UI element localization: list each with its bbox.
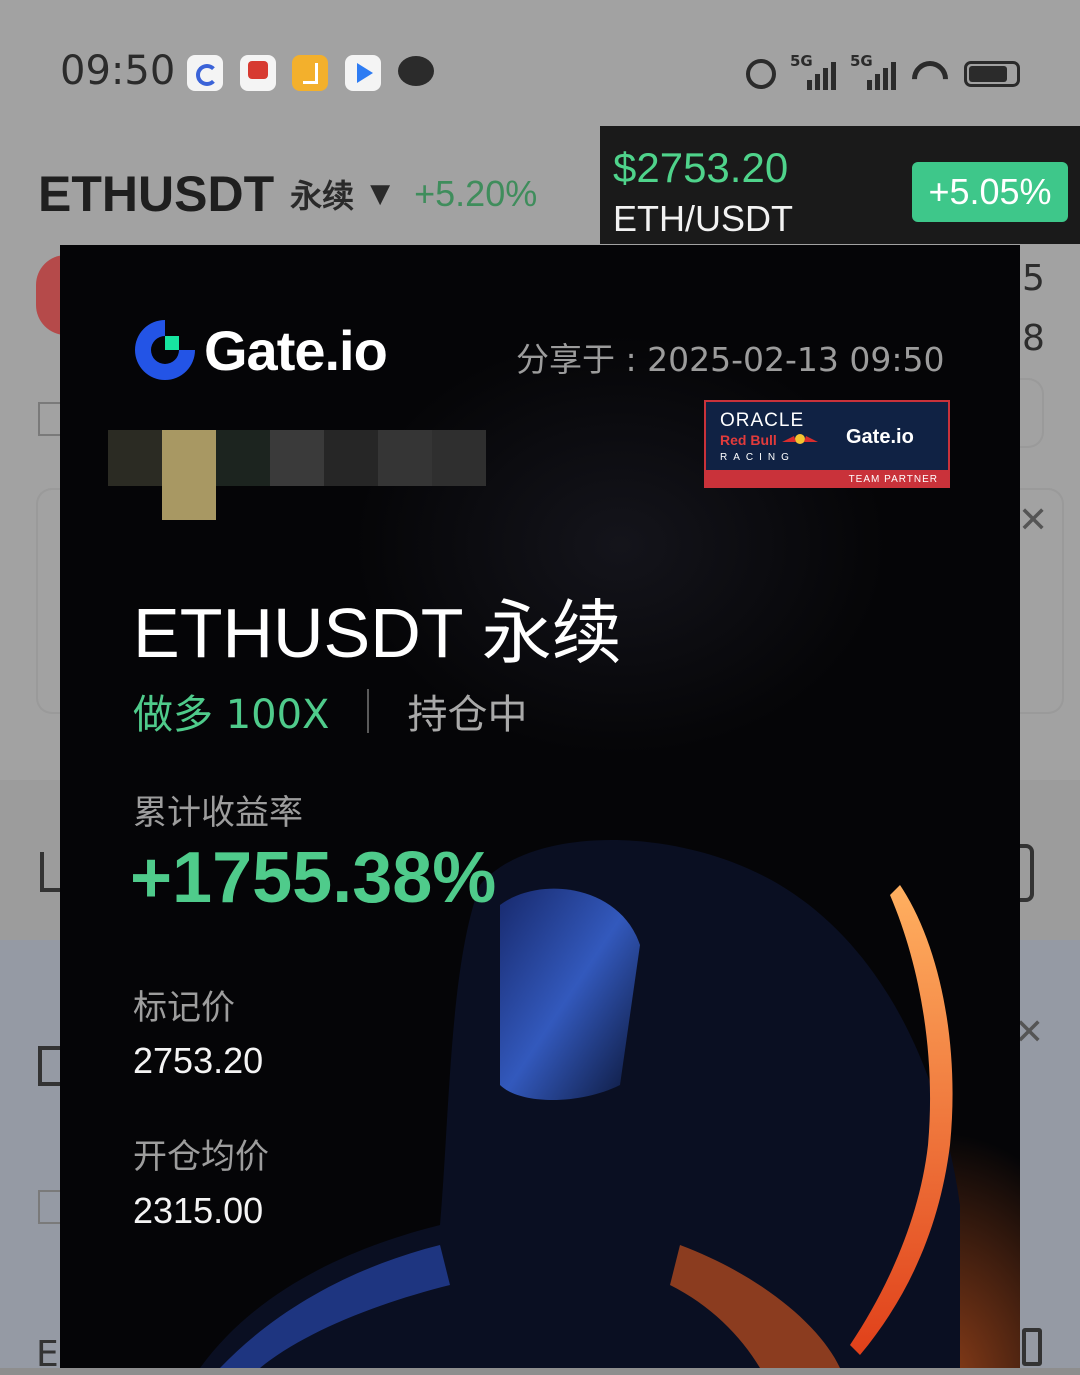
signal-1-icon: 5G [790,52,836,94]
entry-price-value: 2315.00 [133,1190,264,1231]
team-partner-badge: ORACLE Red Bull RACING Gate.io TEAM PART… [704,400,950,488]
signal-2-icon: 5G [850,52,896,94]
redbull-text: Red Bull [720,432,777,448]
team-partner-text: TEAM PARTNER [848,474,938,485]
chat-bubble-icon [398,56,434,86]
mark-price-label: 标记价 [133,988,235,1028]
status-bar: 09:50 5G 5G [0,0,1080,130]
oracle-text: ORACLE [720,410,805,431]
blurred-username [108,430,488,520]
status-time: 09:50 [60,48,176,94]
ticker-change-badge: +5.05% [912,162,1068,222]
candle-icon[interactable] [1022,1328,1042,1366]
battery-icon [964,61,1020,87]
divider [367,689,370,733]
bulls-logo-icon [782,434,818,444]
alarm-icon [746,59,776,89]
header-change: +5.20% [414,173,538,214]
position-info-row: 做多 100X 持仓中 [133,685,528,738]
position-status: 持仓中 [407,692,528,738]
status-indicators: 5G 5G [746,52,1020,96]
bg-number: 5 [1022,258,1045,299]
bg-letter: E [36,1334,59,1375]
share-timestamp: 分享于 : 2025-02-13 09:50 [516,340,945,379]
badge-gate-text: Gate.io [846,426,914,448]
contract-type: 永续 [290,177,355,215]
gate-wordmark: Gate.io [204,318,388,382]
card-symbol-title: ETHUSDT 永续 [133,594,622,672]
side-leverage: 做多 100X [133,692,330,738]
ticker-pair: ETH/USDT [613,198,793,239]
mark-price-value: 2753.20 [133,1040,264,1081]
roi-label: 累计收益率 [133,793,303,833]
wifi-icon [910,59,950,89]
ticker-price: $2753.20 [613,144,789,191]
play-app-icon [345,55,381,91]
bg-number: 8 [1022,318,1045,359]
price-ticker-overlay: $2753.20 ETH/USDT +5.05% [600,126,1080,244]
gate-logo-icon [135,320,195,380]
caret-down-icon[interactable]: ▼ [370,179,390,209]
racing-text: RACING [720,452,795,463]
gate-logo: Gate.io [132,317,388,383]
close-icon[interactable]: ✕ [1018,500,1048,541]
gate-app-icon [187,55,223,91]
market-header[interactable]: ETHUSDT 永续 ▼ +5.20% [38,165,537,223]
pnl-share-card: Gate.io 分享于 : 2025-02-13 09:50 ORACLE Re… [60,245,1020,1368]
market-symbol: ETHUSDT [38,166,275,222]
entry-price-label: 开仓均价 [133,1137,269,1177]
yellow-app-icon [292,55,328,91]
bg-panel [1018,378,1044,448]
roi-value: +1755.38% [130,838,497,918]
red-app-icon [240,55,276,91]
